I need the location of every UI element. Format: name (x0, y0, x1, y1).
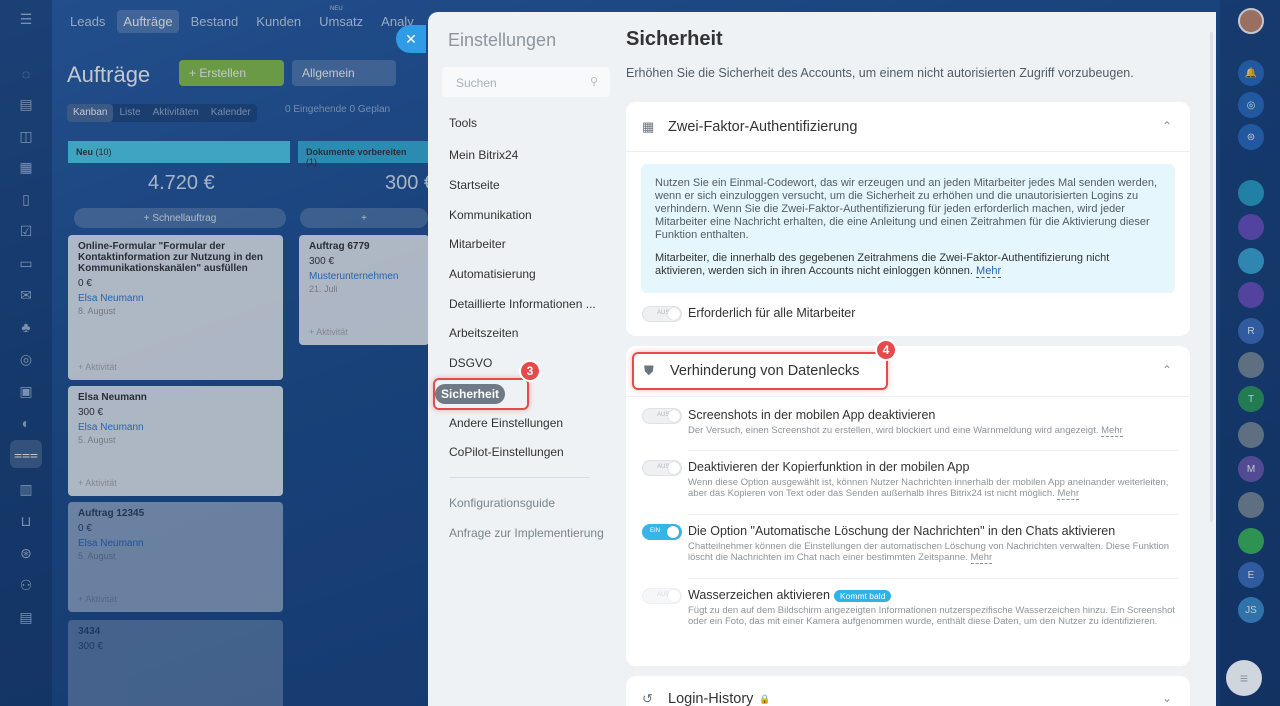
close-icon: ✕ (405, 30, 417, 47)
page-title: Sicherheit (626, 28, 723, 50)
highlight-sicherheit (433, 378, 529, 410)
highlight-leak-prevention (632, 352, 888, 390)
option-auto-delete: Die Option "Automatische Löschung der Na… (688, 524, 1170, 564)
menu-copilot-einstellungen[interactable]: CoPilot-Einstellungen (449, 445, 564, 459)
option-screenshots: Screenshots in der mobilen App deaktivie… (688, 408, 1123, 437)
chevron-down-icon[interactable]: ⌄ (1162, 691, 1172, 705)
menu-andere-einstellungen[interactable]: Andere Einstellungen (449, 416, 563, 430)
screenshot-toggle[interactable]: AUS (642, 408, 682, 424)
option-copy: Deaktivieren der Kopierfunktion in der m… (688, 460, 1169, 500)
menu-mein-bitrix24[interactable]: Mein Bitrix24 (449, 148, 518, 162)
chevron-up-icon[interactable]: ⌃ (1162, 119, 1172, 133)
menu-anfrage-implementierung[interactable]: Anfrage zur Implementierung (449, 526, 604, 540)
menu-kommunikation[interactable]: Kommunikation (449, 208, 532, 222)
menu-startseite[interactable]: Startseite (449, 178, 500, 192)
lock-icon: 🔒 (759, 693, 771, 704)
option-watermark: Wasserzeichen aktivieren Kommt bald Fügt … (688, 588, 1176, 627)
more-link[interactable]: Mehr (976, 265, 1002, 278)
menu-tools[interactable]: Tools (449, 116, 477, 130)
scrollbar[interactable] (1210, 32, 1213, 522)
menu-konfigurationsguide[interactable]: Konfigurationsguide (449, 496, 555, 510)
option-divider (688, 450, 1178, 451)
menu-divider (449, 477, 589, 478)
login-history-header[interactable]: ↺ Login-History 🔒 (642, 691, 771, 706)
history-icon: ↺ (642, 691, 653, 706)
more-link[interactable]: Mehr (1057, 488, 1080, 500)
menu-icon: ≡ (1239, 670, 1249, 686)
option-divider (688, 514, 1178, 515)
menu-mitarbeiter[interactable]: Mitarbeiter (449, 237, 506, 251)
panel-divider (626, 396, 1190, 397)
copy-toggle[interactable]: AUS (642, 460, 682, 476)
step-marker-3: 3 (519, 360, 541, 382)
menu-detaillierte-informationen[interactable]: Detaillierte Informationen ... (449, 297, 596, 311)
chevron-up-icon[interactable]: ⌃ (1162, 363, 1172, 377)
leak-prevention-panel: ⛊ Verhinderung von Datenlecks ⌃ AUS Scre… (626, 346, 1190, 666)
two-factor-option-label: Erforderlich für alle Mitarbeiter (688, 306, 856, 320)
calendar-icon: ▦ (642, 119, 655, 134)
more-link[interactable]: Mehr (1101, 425, 1123, 437)
quick-menu-button[interactable]: ≡ (1226, 660, 1262, 696)
settings-content: Sicherheit Erhöhen Sie die Sicherheit de… (626, 12, 1196, 706)
auto-delete-toggle[interactable]: EIN (642, 524, 682, 540)
settings-slider: Einstellungen Suchen ⚲ Tools Mein Bitrix… (428, 12, 1216, 706)
search-icon: ⚲ (589, 76, 598, 88)
menu-arbeitszeiten[interactable]: Arbeitszeiten (449, 326, 518, 340)
coming-soon-badge: Kommt bald (833, 589, 892, 602)
settings-search-input[interactable]: Suchen ⚲ (442, 67, 610, 97)
settings-sidebar: Einstellungen Suchen ⚲ Tools Mein Bitrix… (428, 12, 610, 706)
watermark-toggle[interactable]: AUS (642, 588, 682, 604)
two-factor-toggle[interactable]: AUS (642, 306, 682, 322)
two-factor-panel: ▦ Zwei-Faktor-Authentifizierung ⌃ Nutzen… (626, 102, 1190, 336)
menu-automatisierung[interactable]: Automatisierung (449, 267, 536, 281)
step-marker-4: 4 (875, 339, 897, 361)
option-divider (688, 578, 1178, 579)
two-factor-header[interactable]: ▦ Zwei-Faktor-Authentifizierung (642, 119, 857, 135)
settings-title: Einstellungen (448, 30, 557, 50)
login-history-panel: ↺ Login-History 🔒 ⌄ (626, 676, 1190, 706)
panel-divider (626, 151, 1190, 152)
menu-dsgvo[interactable]: DSGVO (449, 356, 492, 370)
page-subtitle: Erhöhen Sie die Sicherheit des Accounts,… (626, 66, 1134, 80)
close-slider-button[interactable]: ✕ (396, 25, 426, 53)
two-factor-info: Nutzen Sie ein Einmal-Codewort, das wir … (641, 164, 1175, 293)
more-link[interactable]: Mehr (970, 552, 993, 564)
